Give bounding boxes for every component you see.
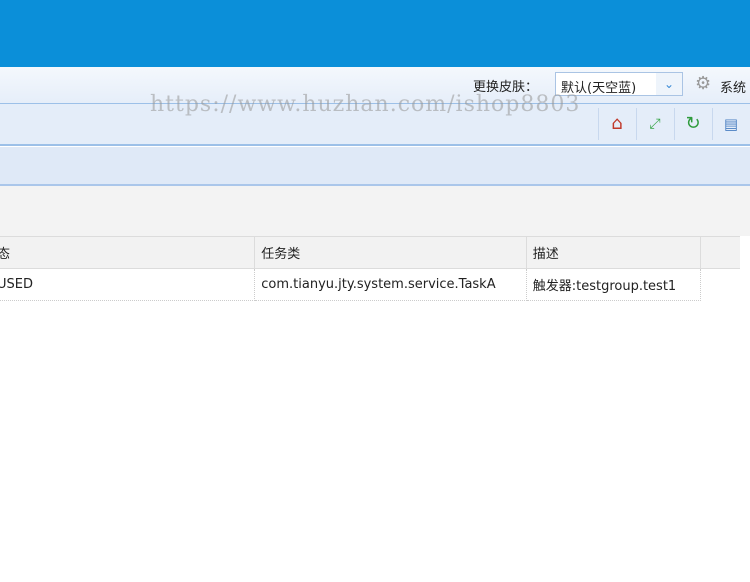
table-row[interactable]: USED com.tianyu.jty.system.service.TaskA… — [0, 268, 740, 301]
column-task-class[interactable]: 任务类 — [254, 236, 527, 269]
grid-toolbar — [0, 186, 750, 236]
column-description[interactable]: 描述 — [525, 236, 701, 269]
table-header: 态 任务类 描述 — [0, 236, 740, 269]
watermark: https://www.huzhan.com/ishop8803 — [150, 92, 581, 117]
system-menu[interactable]: 系统 — [720, 77, 746, 96]
cell-task-class: com.tianyu.jty.system.service.TaskA — [254, 268, 527, 301]
cell-extra — [700, 268, 740, 301]
cell-description: 触发器:testgroup.test1 — [525, 268, 701, 301]
chevron-down-icon: ⌄ — [656, 73, 682, 95]
refresh-icon[interactable]: ↻ — [674, 108, 711, 140]
gear-icon[interactable]: ⚙ — [695, 73, 711, 94]
top-banner — [0, 0, 750, 67]
fullscreen-icon[interactable]: ⤢ — [636, 108, 673, 140]
column-extra — [699, 236, 740, 269]
task-table: 态 任务类 描述 USED com.tianyu.jty.system.serv… — [0, 236, 740, 301]
home-icon[interactable]: ⌂ — [598, 108, 635, 140]
cell-status: USED — [0, 268, 256, 301]
tab-panel — [0, 147, 750, 186]
settings-panel-icon[interactable]: ▤ — [712, 108, 749, 140]
column-status[interactable]: 态 — [0, 236, 256, 269]
